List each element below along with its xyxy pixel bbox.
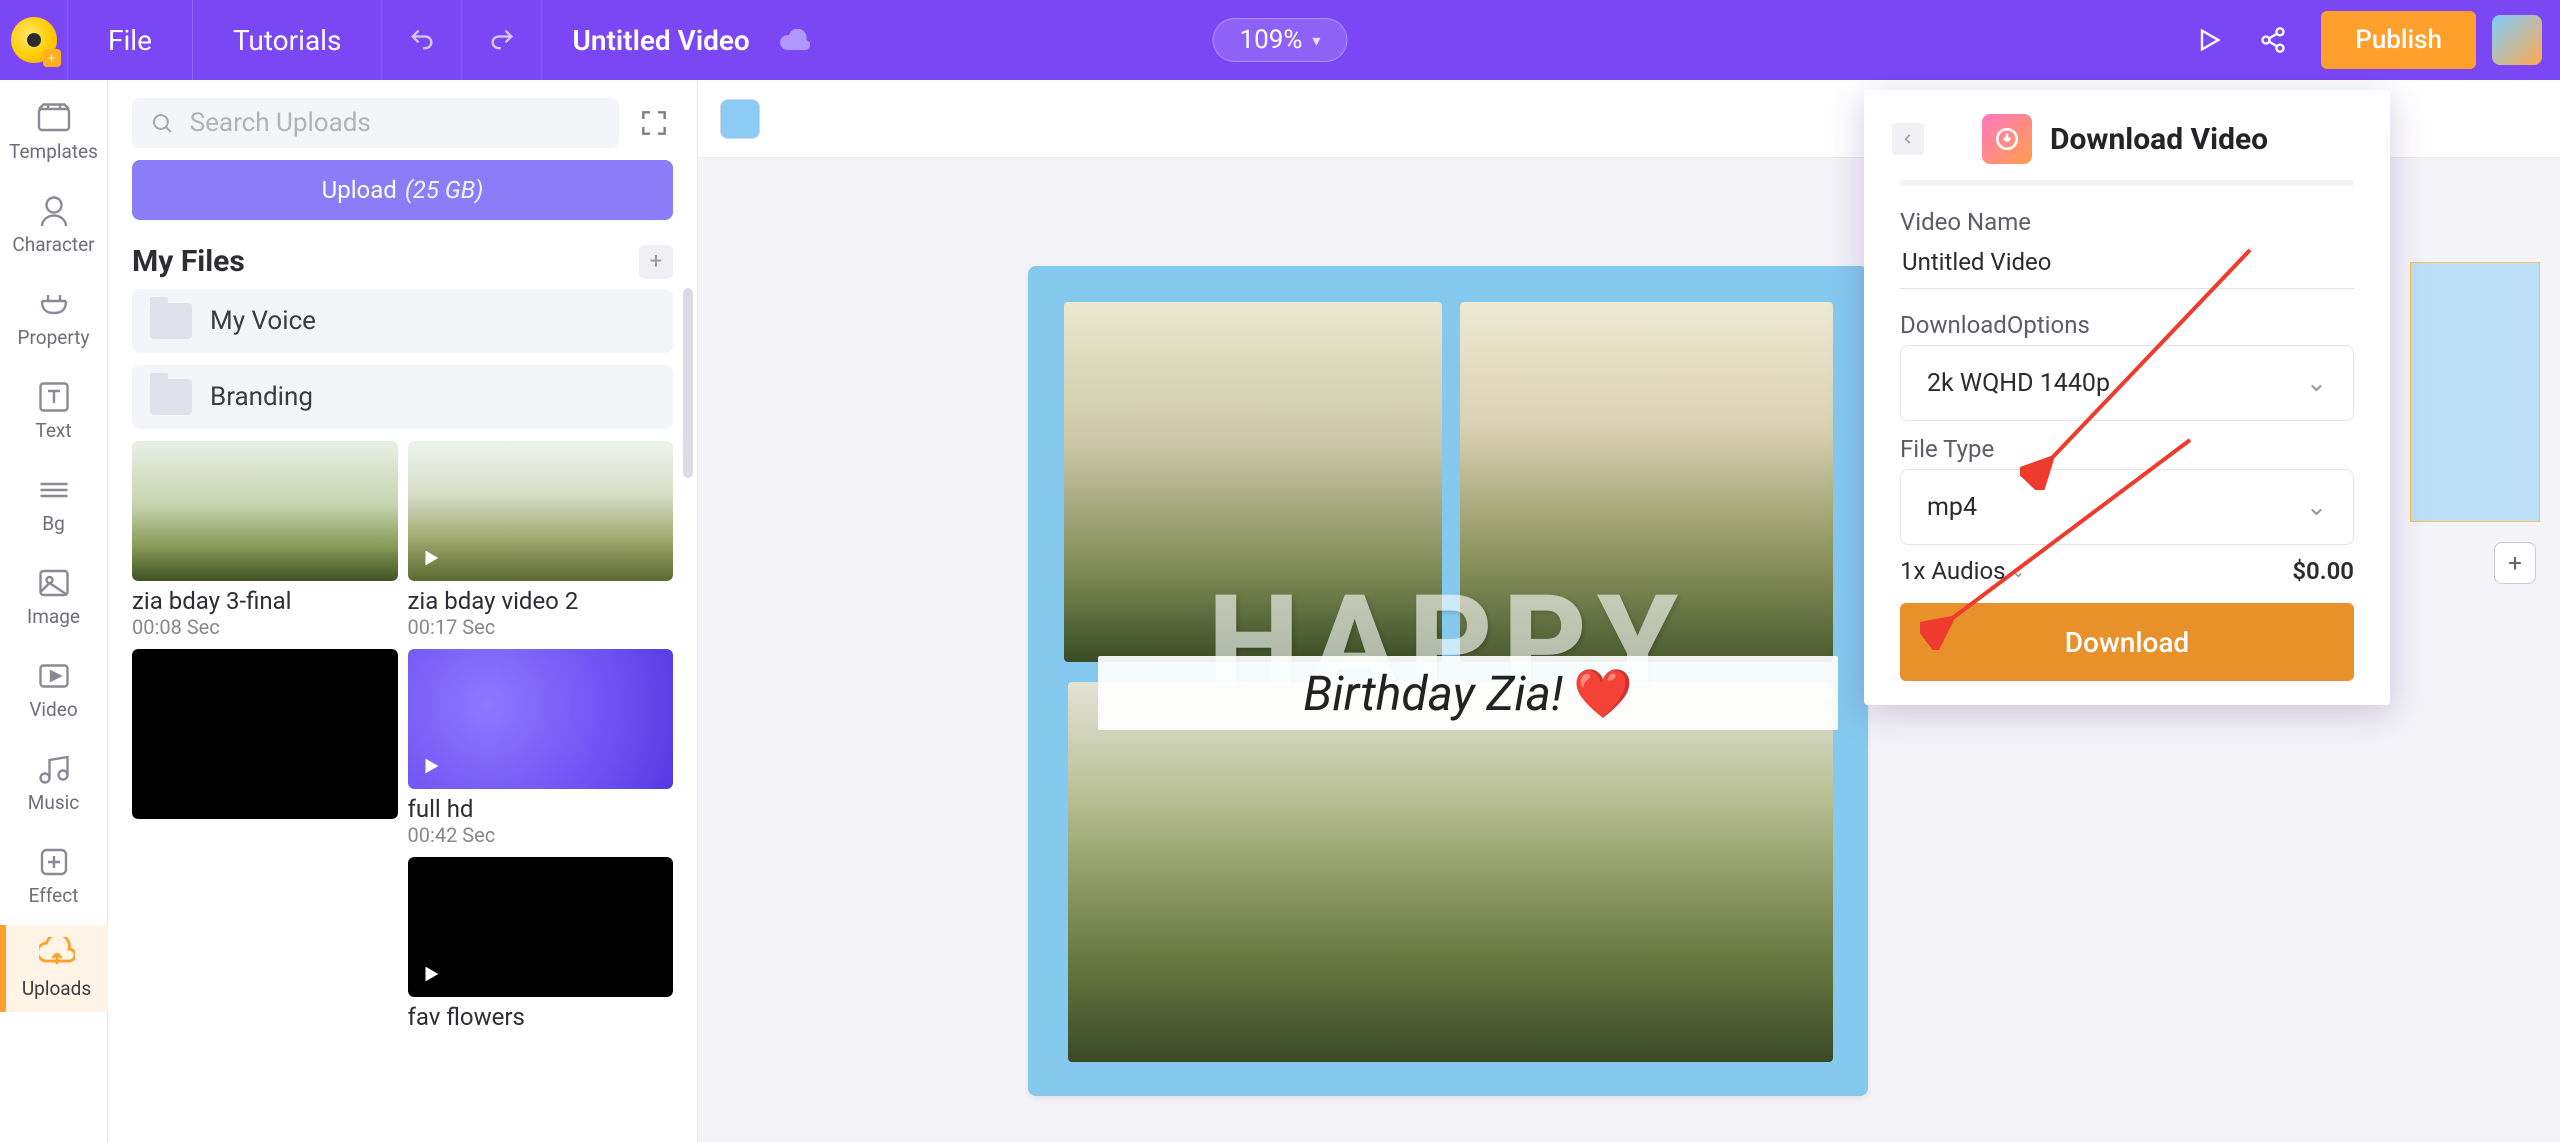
rail-image[interactable]: Image [0, 553, 108, 640]
modal-title: Download Video [2050, 122, 2268, 157]
redo-button[interactable] [462, 0, 542, 80]
tutorials-menu[interactable]: Tutorials [193, 0, 383, 80]
slide-thumbnail[interactable] [2410, 262, 2540, 522]
chevron-down-icon: ⌄ [2012, 562, 2025, 581]
zoom-value: 109% [1240, 25, 1303, 55]
folder-branding[interactable]: Branding [132, 365, 673, 429]
folder-my-voice[interactable]: My Voice [132, 289, 673, 353]
rail-effect[interactable]: Effect [0, 832, 108, 919]
zoom-dropdown[interactable]: 109% ▾ [1213, 18, 1348, 62]
download-options-label: DownloadOptions [1900, 311, 2354, 339]
rail-text[interactable]: Text [0, 367, 108, 454]
search-input[interactable] [190, 108, 601, 138]
add-slide-button[interactable]: + [2494, 542, 2536, 584]
rail-property[interactable]: Property [0, 274, 108, 361]
background-color-swatch[interactable] [720, 99, 760, 139]
file-type-label: File Type [1900, 435, 2354, 463]
download-button[interactable]: Download [1900, 603, 2354, 681]
upload-item[interactable] [132, 649, 398, 819]
top-bar: + File Tutorials Untitled Video 109% ▾ P… [0, 0, 2560, 80]
audios-toggle[interactable]: 1x Audios ⌄ [1900, 557, 2025, 585]
video-name-label: Video Name [1900, 208, 2354, 236]
progress-bar [1900, 180, 2354, 186]
chevron-down-icon: ⌄ [2306, 368, 2327, 398]
upload-item[interactable] [132, 441, 398, 581]
rail-character[interactable]: Character [0, 181, 108, 268]
play-icon [420, 963, 442, 985]
rail-music[interactable]: Music [0, 739, 108, 826]
price-value: $0.00 [2292, 557, 2354, 585]
download-video-modal: Download Video Video Name Untitled Video… [1864, 90, 2390, 705]
folder-icon [150, 303, 192, 339]
search-input-wrap[interactable] [132, 98, 619, 148]
publish-button[interactable]: Publish [2321, 11, 2476, 69]
modal-back-button[interactable] [1892, 123, 1924, 155]
upload-item[interactable] [408, 441, 674, 581]
search-icon [150, 110, 174, 136]
cloud-sync-icon [780, 29, 810, 51]
expand-panel-button[interactable] [635, 104, 673, 142]
play-icon [420, 755, 442, 777]
upload-item[interactable] [408, 649, 674, 789]
canvas-image[interactable] [1068, 682, 1833, 1062]
download-icon [1982, 114, 2032, 164]
add-folder-button[interactable]: + [639, 245, 673, 279]
rail-uploads[interactable]: Uploads [0, 925, 108, 1012]
section-title: My Files [132, 244, 245, 279]
rail-bg[interactable]: Bg [0, 460, 108, 547]
video-name-input[interactable]: Untitled Video [1900, 242, 2354, 289]
heart-icon: ❤️ [1573, 665, 1633, 722]
uploads-panel: Upload (25 GB) My Files + My Voice Brand… [108, 80, 698, 1142]
rail-video[interactable]: Video [0, 646, 108, 733]
chevron-down-icon: ▾ [1312, 31, 1320, 50]
undo-button[interactable] [382, 0, 462, 80]
share-button[interactable] [2241, 0, 2305, 80]
folder-icon [150, 379, 192, 415]
file-menu[interactable]: File [68, 0, 193, 80]
user-avatar[interactable] [2492, 15, 2542, 65]
tool-rail: Templates Character Property Text Bg Ima… [0, 80, 108, 1142]
download-options-select[interactable]: 2k WQHD 1440p ⌄ [1900, 345, 2354, 421]
upload-item[interactable] [408, 857, 674, 997]
app-logo[interactable]: + [0, 0, 68, 80]
play-icon [420, 547, 442, 569]
preview-button[interactable] [2177, 0, 2241, 80]
canvas-stage[interactable]: HAPPY Birthday Zia! ❤️ [1028, 266, 1868, 1096]
file-type-select[interactable]: mp4 ⌄ [1900, 469, 2354, 545]
upload-button[interactable]: Upload (25 GB) [132, 160, 673, 220]
rail-templates[interactable]: Templates [0, 88, 108, 175]
chevron-down-icon: ⌄ [2306, 492, 2327, 522]
project-title[interactable]: Untitled Video [542, 24, 779, 57]
scrollbar[interactable] [683, 288, 693, 478]
canvas-label[interactable]: Birthday Zia! ❤️ [1098, 656, 1838, 730]
